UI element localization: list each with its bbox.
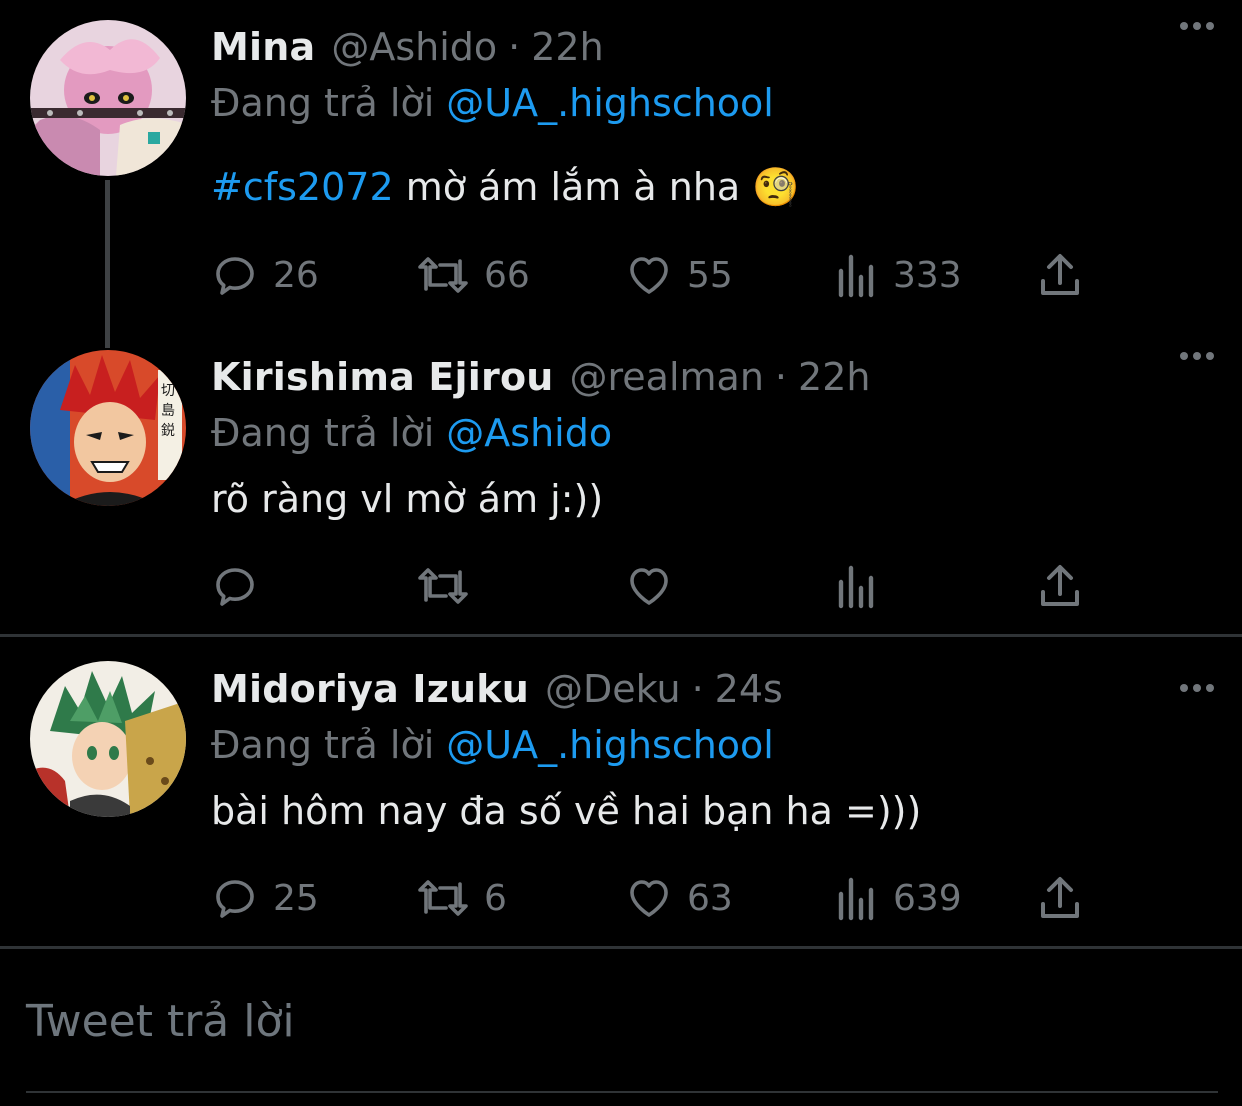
heart-icon	[630, 880, 668, 917]
timestamp[interactable]: 24s	[715, 660, 783, 718]
share-icon	[1041, 254, 1079, 295]
like-button[interactable]: 55	[625, 245, 733, 305]
tweet-header: Midoriya Izuku @Deku · 24s	[211, 660, 1212, 718]
reply-count: 25	[273, 877, 319, 919]
retweet-count: 6	[484, 877, 507, 919]
retweet-button[interactable]: 6	[416, 868, 507, 928]
tweet-divider	[0, 634, 1242, 637]
reply-icon	[216, 257, 254, 295]
avatar-midoriya[interactable]	[30, 661, 186, 817]
mention-link[interactable]: @Ashido	[446, 411, 612, 455]
display-name[interactable]: Midoriya Izuku	[211, 660, 529, 718]
heart-icon	[630, 257, 668, 294]
retweet-icon	[418, 257, 468, 293]
tweet-header: Mina @Ashido · 22h	[211, 18, 1212, 76]
retweet-button[interactable]	[416, 556, 484, 616]
avatar-mina[interactable]	[30, 20, 186, 176]
like-count: 63	[687, 877, 733, 919]
avatar-kirishima[interactable]: 切 島 鋭	[30, 350, 186, 506]
views-count: 639	[893, 877, 962, 919]
views-icon	[838, 877, 874, 921]
svg-text:島: 島	[161, 403, 175, 419]
tweet-text: #cfs2072 mờ ám lắm à nha 🧐	[211, 160, 1212, 214]
monocle-face-emoji: 🧐	[752, 165, 800, 209]
views-icon	[838, 254, 874, 298]
replying-to: Đang trả lời @Ashido	[211, 406, 1212, 460]
timestamp[interactable]: 22h	[531, 18, 603, 76]
mention-link[interactable]: @UA_.highschool	[446, 723, 774, 767]
avatar-image: 切 島 鋭	[30, 350, 186, 506]
tweet-text-body: bài hôm nay đa số về hai bạn ha =)))	[211, 789, 922, 833]
separator-dot: ·	[774, 355, 788, 399]
reply-icon	[216, 880, 254, 918]
tweet-actions	[211, 556, 1111, 616]
replying-to-label: Đang trả lời	[211, 411, 435, 455]
share-button[interactable]	[1037, 556, 1083, 616]
reply-count: 26	[273, 254, 319, 296]
retweet-count: 66	[484, 254, 530, 296]
display-name[interactable]: Kirishima Ejirou	[211, 348, 554, 406]
reply-button[interactable]	[211, 556, 273, 616]
views-button[interactable]: 333	[835, 245, 962, 305]
like-button[interactable]: 63	[625, 868, 733, 928]
views-button[interactable]: 639	[835, 868, 962, 928]
tweet-text-body: rõ ràng vl mờ ám j:))	[211, 477, 604, 521]
tweet-text: bài hôm nay đa số về hai bạn ha =)))	[211, 784, 1212, 838]
tweet-body: Midoriya Izuku @Deku · 24s Đang trả lời @…	[211, 660, 1212, 838]
replying-to: Đang trả lời @UA_.highschool	[211, 718, 1212, 772]
reply-button[interactable]: 25	[211, 868, 319, 928]
replying-to: Đang trả lời @UA_.highschool	[211, 76, 1212, 130]
like-count: 55	[687, 254, 733, 296]
views-button[interactable]	[835, 556, 893, 616]
separator-dot: ·	[508, 25, 521, 69]
reply-icon	[216, 568, 254, 606]
views-count: 333	[893, 254, 962, 296]
compose-underline	[26, 1091, 1218, 1093]
like-button[interactable]	[625, 556, 687, 616]
views-icon	[838, 565, 874, 609]
replying-to-label: Đang trả lời	[211, 723, 435, 767]
share-button[interactable]	[1037, 245, 1083, 305]
share-icon	[1041, 565, 1079, 606]
display-name[interactable]: Mina	[211, 18, 315, 76]
heart-icon	[630, 568, 668, 605]
user-handle[interactable]: @Deku	[545, 660, 681, 718]
separator-dot: ·	[691, 667, 704, 711]
tweet-actions: 26 66 55 333	[211, 245, 1111, 305]
tweet-body: Mina @Ashido · 22h Đang trả lời @UA_.high…	[211, 18, 1212, 214]
retweet-icon	[418, 568, 468, 604]
svg-text:切: 切	[161, 383, 175, 399]
thread-connector	[105, 180, 110, 348]
user-handle[interactable]: @realman	[570, 348, 764, 406]
avatar-image	[30, 661, 186, 817]
tweet-header: Kirishima Ejirou @realman · 22h	[211, 348, 1212, 406]
reply-thread: Mina @Ashido · 22h Đang trả lời @UA_.high…	[0, 0, 1242, 1106]
tweet-actions: 25 6 63 639	[211, 868, 1111, 928]
replying-to-label: Đang trả lời	[211, 81, 435, 125]
hashtag-link[interactable]: #cfs2072	[211, 165, 394, 209]
more-icon[interactable]	[1172, 670, 1222, 706]
avatar-image	[30, 20, 186, 176]
more-icon[interactable]	[1172, 8, 1222, 44]
tweet-text: rõ ràng vl mờ ám j:))	[211, 472, 1212, 526]
tweet-body: Kirishima Ejirou @realman · 22h Đang trả…	[211, 348, 1212, 526]
tweet-text-body: mờ ám lắm à nha	[405, 165, 741, 209]
share-button[interactable]	[1037, 868, 1083, 928]
share-icon	[1041, 877, 1079, 918]
more-icon[interactable]	[1172, 338, 1222, 374]
retweet-icon	[418, 880, 468, 916]
svg-text:鋭: 鋭	[161, 423, 175, 439]
retweet-button[interactable]: 66	[416, 245, 530, 305]
reply-button[interactable]: 26	[211, 245, 319, 305]
reply-compose-input[interactable]: Tweet trả lời	[26, 990, 295, 1054]
timestamp[interactable]: 22h	[798, 348, 870, 406]
tweet-divider	[0, 946, 1242, 949]
mention-link[interactable]: @UA_.highschool	[446, 81, 774, 125]
user-handle[interactable]: @Ashido	[331, 18, 497, 76]
